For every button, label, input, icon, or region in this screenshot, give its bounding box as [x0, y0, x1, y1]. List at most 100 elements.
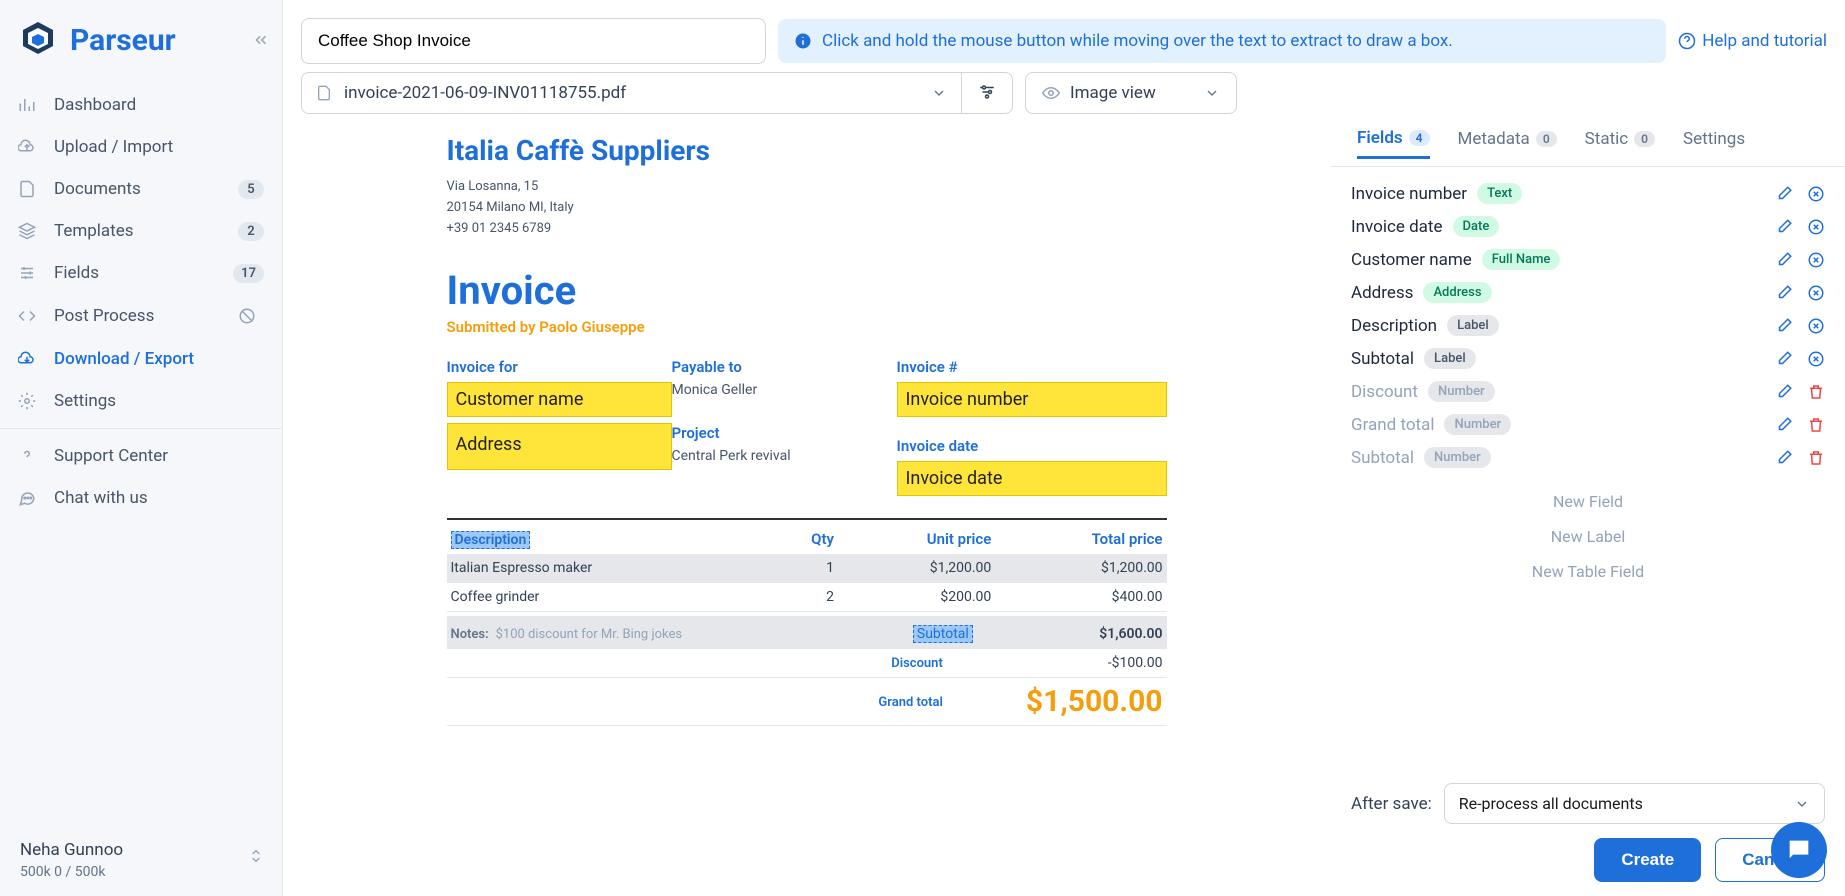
nav-documents[interactable]: Documents5 [0, 168, 282, 210]
remove-field-button[interactable] [1807, 317, 1825, 335]
new-table-field-button[interactable]: New Table Field [1351, 554, 1825, 589]
col-total-price: Total price [995, 524, 1166, 554]
table-row: Italian Espresso maker1$1,200.00$1,200.0… [447, 554, 1167, 583]
hint-text: Click and hold the mouse button while mo… [822, 31, 1453, 51]
new-field-block: New FieldNew LabelNew Table Field [1351, 474, 1825, 609]
tab-static[interactable]: Static0 [1585, 128, 1655, 158]
field-type-badge: Date [1453, 216, 1500, 237]
delete-field-button[interactable] [1807, 383, 1825, 401]
cell-total: $1,200.00 [995, 554, 1166, 583]
nav-dashboard[interactable]: Dashboard [0, 84, 282, 126]
after-save-select[interactable]: Re-process all documents [1444, 783, 1825, 824]
col-unit-price: Unit price [838, 524, 995, 554]
tab-count: 0 [1536, 131, 1557, 147]
field-type-badge: Text [1477, 183, 1522, 204]
sidebar-nav: Dashboard Upload / Import Documents5 Tem… [0, 80, 282, 824]
nav-settings[interactable]: Settings [0, 380, 282, 422]
project-value: Central Perk revival [672, 448, 897, 464]
layers-icon [18, 222, 40, 240]
field-row: Invoice dateDate [1351, 210, 1825, 243]
hint-banner: Click and hold the mouse button while mo… [778, 19, 1666, 63]
nav-fields[interactable]: Fields17 [0, 252, 282, 294]
after-save-label: After save: [1351, 794, 1432, 814]
file-name: invoice-2021-06-09-INV01118755.pdf [344, 83, 626, 103]
edit-field-button[interactable] [1775, 383, 1793, 401]
document-viewport[interactable]: Italia Caffè Suppliers Via Losanna, 15 2… [283, 124, 1330, 896]
edit-field-button[interactable] [1775, 416, 1793, 434]
nav-label: Templates [54, 221, 134, 241]
tab-fields[interactable]: Fields4 [1357, 128, 1430, 159]
chat-bubble-icon [1785, 836, 1813, 864]
payable-to-label: Payable to [672, 358, 897, 376]
invoice-heading: Invoice [447, 267, 1167, 314]
nav-label: Chat with us [54, 488, 148, 508]
highlight-address[interactable]: Address [447, 423, 672, 470]
eye-icon [1042, 84, 1060, 102]
edit-field-button[interactable] [1775, 317, 1793, 335]
edit-field-button[interactable] [1775, 218, 1793, 236]
highlight-invoice-date[interactable]: Invoice date [897, 461, 1167, 496]
parseur-logo [18, 20, 58, 60]
highlight-customer-name[interactable]: Customer name [447, 382, 672, 417]
document-icon [18, 180, 40, 198]
tab-label: Static [1585, 129, 1629, 149]
remove-field-button[interactable] [1807, 218, 1825, 236]
info-icon [794, 32, 812, 50]
nav-upload[interactable]: Upload / Import [0, 126, 282, 168]
nav-support[interactable]: Support Center [0, 435, 282, 477]
code-icon [18, 307, 40, 325]
new-field-button[interactable]: New Field [1351, 484, 1825, 519]
intercom-chat-button[interactable] [1771, 822, 1827, 878]
view-select[interactable]: Image view [1025, 72, 1237, 114]
tab-settings[interactable]: Settings [1683, 128, 1745, 158]
file-select[interactable]: invoice-2021-06-09-INV01118755.pdf [301, 72, 962, 114]
workzone: Italia Caffè Suppliers Via Losanna, 15 2… [283, 124, 1845, 896]
edit-field-button[interactable] [1775, 350, 1793, 368]
remove-field-button[interactable] [1807, 251, 1825, 269]
field-name: Customer name [1351, 250, 1472, 270]
nav-postprocess[interactable]: Post Process [0, 294, 282, 338]
nav-chat[interactable]: Chat with us [0, 477, 282, 519]
filters-button[interactable] [962, 72, 1013, 114]
remove-field-button[interactable] [1807, 185, 1825, 203]
nav-templates[interactable]: Templates2 [0, 210, 282, 252]
field-name: Grand total [1351, 415, 1434, 435]
supplier-address-1: Via Losanna, 15 [447, 177, 1167, 198]
cell-desc: Italian Espresso maker [447, 554, 772, 583]
highlight-invoice-number[interactable]: Invoice number [897, 382, 1167, 417]
notes-text: $100 discount for Mr. Bing jokes [496, 627, 682, 642]
help-link[interactable]: Help and tutorial [1678, 31, 1827, 51]
nav-label: Documents [54, 179, 141, 199]
delete-field-button[interactable] [1807, 416, 1825, 434]
grand-total-label: Grand total [878, 695, 972, 710]
field-row: Customer nameFull Name [1351, 243, 1825, 276]
nav-label: Dashboard [54, 95, 136, 115]
invoice-number-label: Invoice # [897, 358, 1167, 376]
collapse-sidebar-button[interactable] [252, 31, 270, 49]
nav-divider [0, 428, 282, 429]
edit-field-button[interactable] [1775, 449, 1793, 467]
tab-label: Settings [1683, 129, 1745, 149]
edit-field-button[interactable] [1775, 185, 1793, 203]
remove-field-button[interactable] [1807, 350, 1825, 368]
supplier-phone: +39 01 2345 6789 [447, 219, 1167, 240]
cell-total: $400.00 [995, 583, 1166, 612]
nav-label: Settings [54, 391, 116, 411]
help-icon [1678, 32, 1696, 50]
field-type-badge: Address [1423, 282, 1491, 303]
new-label-button[interactable]: New Label [1351, 519, 1825, 554]
edit-field-button[interactable] [1775, 284, 1793, 302]
panel-tabs: Fields4 Metadata0 Static0 Settings [1331, 128, 1845, 167]
template-title-input[interactable] [301, 18, 766, 64]
remove-field-button[interactable] [1807, 284, 1825, 302]
delete-field-button[interactable] [1807, 449, 1825, 467]
tab-metadata[interactable]: Metadata0 [1458, 128, 1557, 158]
user-menu[interactable]: Neha Gunnoo 500k 0 / 500k [0, 824, 282, 896]
create-button[interactable]: Create [1594, 838, 1701, 882]
table-divider [447, 518, 1167, 520]
selection-description[interactable]: Description [451, 531, 531, 549]
nav-download[interactable]: Download / Export [0, 338, 282, 380]
selection-subtotal[interactable]: Subtotal [913, 625, 973, 643]
line-items-table: Description Qty Unit price Total price I… [447, 524, 1167, 612]
edit-field-button[interactable] [1775, 251, 1793, 269]
